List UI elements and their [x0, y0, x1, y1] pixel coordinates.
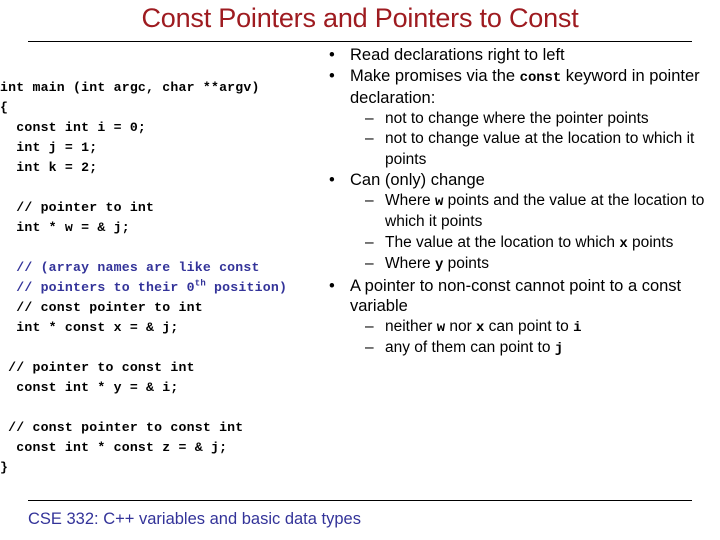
footer-text: CSE 332: C++ variables and basic data ty…	[28, 510, 361, 528]
code-line: // const pointer to int	[0, 300, 203, 315]
bullet-item-level2: – neither w nor x can point to i	[322, 317, 720, 339]
bullet-dash-icon: –	[365, 233, 374, 251]
bullet-text: Where w points and the value at the loca…	[385, 192, 704, 231]
title-divider	[28, 41, 692, 42]
bullet-item-level2: – not to change where the pointer points	[322, 109, 720, 130]
bullet-text: not to change value at the location to w…	[385, 130, 694, 168]
bullet-dot-icon: •	[329, 171, 335, 189]
text-run: Where	[385, 255, 435, 272]
bullet-dash-icon: –	[365, 255, 374, 272]
bullet-item-level2: – The value at the location to which x po…	[322, 233, 720, 255]
bullet-text: neither w nor x can point to i	[385, 317, 582, 336]
text-run: Make promises via the	[350, 66, 520, 85]
code-line: // (array names are like const	[0, 260, 260, 275]
text-run: not to change where the pointer points	[385, 109, 649, 127]
bullet-item-level2: – any of them can point to j	[322, 338, 720, 360]
code-line: int j = 1;	[0, 140, 98, 155]
text-run: Where	[385, 191, 435, 209]
bullet-dash-icon: –	[365, 339, 374, 356]
bullet-item-level1: • Read declarations right to left	[322, 45, 720, 66]
text-run: not to change value at the location to w…	[385, 130, 695, 168]
bullet-text: any of them can point to j	[385, 339, 564, 357]
code-block: int main (int argc, char **argv) { const …	[0, 78, 318, 478]
bullet-item-level2: – Where y points	[322, 254, 720, 276]
bullet-dot-icon: •	[329, 276, 335, 295]
code-token: j	[554, 341, 564, 357]
bullet-dash-icon: –	[365, 317, 374, 335]
bullet-item-level1: • Make promises via the const keyword in …	[322, 66, 720, 109]
text-run: any of them can point to	[385, 339, 555, 356]
text-run: neither	[385, 317, 437, 335]
code-line: int * const x = & j;	[0, 320, 179, 335]
code-line: // pointer to int	[0, 200, 155, 215]
bullet-text: Read declarations right to left	[350, 46, 565, 64]
text-run: points	[443, 255, 489, 272]
code-line: int k = 2;	[0, 160, 98, 175]
code-line: // pointer to const int	[0, 360, 195, 375]
code-line: const int * y = & i;	[0, 380, 179, 395]
code-line: }	[0, 460, 9, 475]
code-line: const int i = 0;	[0, 120, 147, 135]
code-line: // const pointer to const int	[0, 420, 244, 435]
bullet-item-level1: • A pointer to non-const cannot point to …	[322, 276, 720, 317]
code-line: // pointers to their 0th position)	[0, 278, 288, 295]
bullet-dot-icon: •	[329, 66, 335, 85]
bullet-text: not to change where the pointer points	[385, 110, 649, 127]
footer-divider	[28, 500, 692, 501]
text-run: can point to	[484, 317, 574, 335]
code-line: const int * const z = & j;	[0, 440, 228, 455]
bullet-text: Can (only) change	[350, 171, 485, 189]
slide-canvas: Const Pointers and Pointers to Const int…	[0, 0, 720, 540]
page-title: Const Pointers and Pointers to Const	[141, 3, 579, 33]
text-run: A pointer to non-const cannot point to a…	[350, 276, 682, 316]
code-token: const	[519, 69, 562, 86]
bullet-item-level2: – not to change value at the location to…	[322, 129, 720, 170]
superscript-ordinal: th	[194, 278, 206, 289]
code-token: x	[619, 235, 628, 252]
code-line: int main (int argc, char **argv)	[0, 80, 260, 95]
code-line: int * w = & j;	[0, 220, 130, 235]
bullet-dash-icon: –	[365, 191, 374, 209]
text-run: points	[627, 233, 674, 251]
bullet-list: • Read declarations right to left • Make pr…	[322, 45, 720, 360]
bullet-item-level1: • Can (only) change	[322, 170, 720, 191]
bullet-text: Make promises via the const keyword in p…	[350, 67, 700, 108]
text-run: nor	[445, 317, 477, 335]
text-run: The value at the location to which	[385, 233, 620, 251]
bullet-dot-icon: •	[329, 46, 335, 64]
bullet-text: A pointer to non-const cannot point to a…	[350, 277, 681, 316]
bullet-item-level2: – Where w points and the value at the loc…	[322, 191, 720, 233]
text-run: Read declarations right to left	[350, 46, 565, 64]
code-line: {	[0, 100, 9, 115]
bullet-text: Where y points	[385, 255, 489, 273]
code-token: i	[573, 319, 582, 336]
code-token: w	[436, 319, 446, 336]
bullet-dash-icon: –	[365, 109, 374, 127]
bullet-text: The value at the location to which x poi…	[385, 233, 674, 252]
text-run: Can (only) change	[350, 171, 485, 189]
bullet-dash-icon: –	[365, 130, 374, 147]
